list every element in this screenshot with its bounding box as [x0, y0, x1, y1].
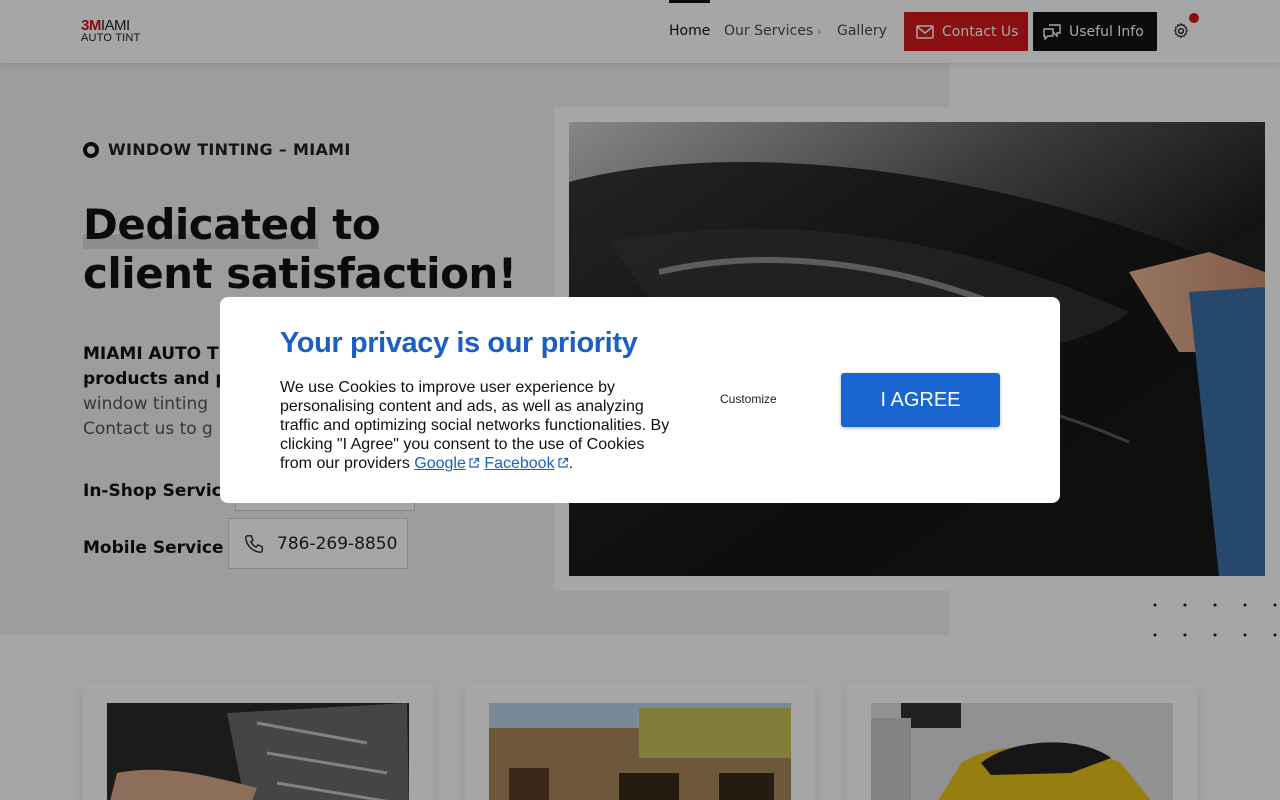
customize-button[interactable]: Customize: [720, 392, 777, 406]
facebook-link[interactable]: Facebook: [484, 455, 554, 472]
cookie-modal-end: .: [568, 455, 574, 472]
external-link-icon: [557, 457, 568, 468]
google-link[interactable]: Google: [414, 455, 466, 472]
cookie-modal-text: We use Cookies to improve user experienc…: [280, 378, 680, 473]
i-agree-button[interactable]: I AGREE: [841, 373, 1000, 427]
external-link-icon: [469, 457, 479, 468]
cookie-modal-title: Your privacy is our priority: [280, 327, 638, 359]
cookie-consent-modal: Your privacy is our priority We use Cook…: [220, 297, 1060, 503]
